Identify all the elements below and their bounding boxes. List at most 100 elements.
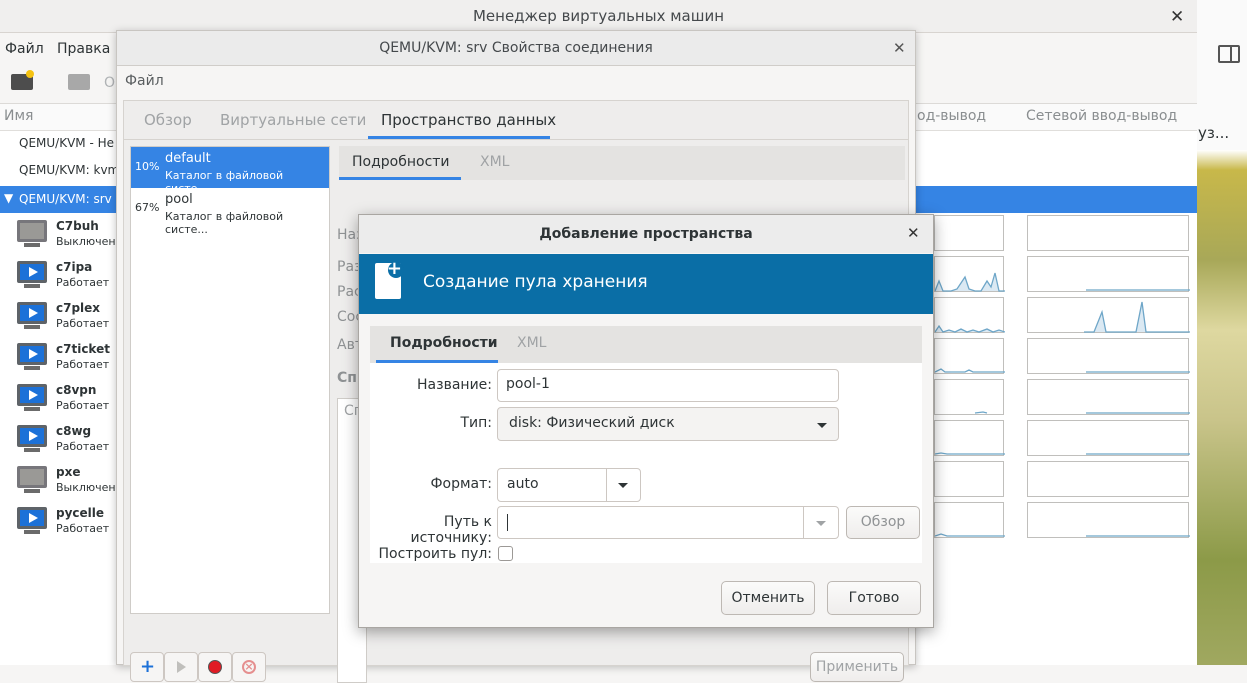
vm-name: c7ticket bbox=[56, 342, 110, 356]
dialog-form: Название: pool-1 Тип: disk: Физический д… bbox=[370, 363, 922, 563]
connection-label: QEMU/KVM: srv bbox=[19, 192, 112, 206]
vm-name: C7buh bbox=[56, 219, 99, 233]
vm-off-icon bbox=[17, 466, 47, 488]
tab-storage[interactable]: Пространство данных bbox=[381, 111, 556, 129]
disk-io-graph bbox=[934, 420, 1005, 456]
toolbar-open-label[interactable]: О bbox=[104, 75, 115, 91]
column-disk-io[interactable]: од-вывод bbox=[917, 108, 986, 124]
apply-button[interactable]: Применить bbox=[810, 652, 904, 682]
disk-io-graph bbox=[934, 502, 1005, 538]
vm-name: c7plex bbox=[56, 301, 101, 315]
text-cursor bbox=[507, 514, 508, 531]
format-value: auto bbox=[507, 476, 539, 492]
chevron-down-icon[interactable] bbox=[816, 521, 826, 526]
vm-row[interactable]: c8vpn Работает bbox=[0, 380, 120, 421]
pool-usage: 10% bbox=[135, 160, 160, 173]
format-combo[interactable]: auto bbox=[497, 468, 641, 502]
net-io-graph bbox=[1027, 379, 1190, 415]
vm-running-icon bbox=[17, 343, 47, 365]
pool-type-select[interactable]: disk: Физический диск bbox=[497, 407, 839, 441]
format-label: Формат: bbox=[430, 476, 492, 492]
pool-type-value: disk: Физический диск bbox=[509, 415, 675, 431]
delete-icon: × bbox=[242, 660, 256, 674]
tab-details[interactable]: Подробности bbox=[390, 335, 498, 351]
vm-status: Работает bbox=[56, 522, 110, 535]
menu-file[interactable]: Файл bbox=[5, 41, 44, 57]
conn-menu-file[interactable]: Файл bbox=[125, 73, 164, 89]
vm-running-icon bbox=[17, 507, 47, 529]
close-icon[interactable]: ✕ bbox=[1170, 7, 1184, 27]
cancel-button[interactable]: Отменить bbox=[721, 581, 815, 615]
vm-running-icon bbox=[17, 302, 47, 324]
source-path-combo[interactable] bbox=[497, 506, 839, 539]
net-io-graph bbox=[1027, 502, 1190, 538]
chevron-down-icon[interactable] bbox=[618, 483, 628, 488]
menu-edit[interactable]: Правка bbox=[57, 41, 110, 57]
disk-io-graph bbox=[934, 461, 1004, 497]
start-pool-button[interactable] bbox=[164, 652, 198, 682]
active-tab-indicator bbox=[339, 177, 461, 180]
vm-name: c7ipa bbox=[56, 260, 93, 274]
plus-icon: + bbox=[140, 656, 156, 677]
tab-xml[interactable]: XML bbox=[517, 335, 546, 351]
stop-pool-button[interactable] bbox=[198, 652, 232, 682]
vm-row[interactable]: c7ipa Работает bbox=[0, 257, 120, 298]
pool-name-input[interactable]: pool-1 bbox=[497, 369, 839, 402]
vm-running-icon bbox=[17, 425, 47, 447]
vm-row[interactable]: C7buh Выключена bbox=[0, 216, 122, 257]
finish-button[interactable]: Готово bbox=[827, 581, 921, 615]
pool-item-pool[interactable]: 67% pool Каталог в файловой систе... bbox=[131, 188, 329, 236]
close-icon[interactable]: ✕ bbox=[907, 224, 920, 242]
disk-io-graph bbox=[934, 256, 1005, 292]
side-text: уз... bbox=[1198, 124, 1230, 142]
vm-status: Работает bbox=[56, 440, 110, 453]
build-pool-checkbox[interactable] bbox=[498, 546, 513, 561]
type-label: Тип: bbox=[460, 415, 492, 431]
tab-overview[interactable]: Обзор bbox=[144, 111, 192, 129]
pool-name: default bbox=[165, 151, 211, 166]
add-pool-button[interactable]: + bbox=[130, 652, 164, 682]
net-io-graph bbox=[1027, 338, 1190, 374]
tab-xml[interactable]: XML bbox=[480, 154, 509, 170]
browse-button[interactable]: Обзор bbox=[846, 506, 920, 539]
vm-name: pxe bbox=[56, 465, 81, 479]
vm-row[interactable]: pxe Выключена bbox=[0, 462, 123, 503]
vm-row[interactable]: pycelle Работает bbox=[0, 503, 120, 544]
add-storage-pool-dialog: Добавление пространства ✕ Создание пула … bbox=[358, 214, 934, 628]
pool-desc: Каталог в файловой систе... bbox=[165, 210, 284, 236]
tab-details[interactable]: Подробности bbox=[352, 154, 450, 170]
close-icon[interactable]: ✕ bbox=[893, 39, 906, 57]
dialog-tabs: Подробности XML bbox=[370, 326, 922, 364]
dialog-title: Добавление пространства bbox=[359, 215, 933, 253]
pool-item-default[interactable]: 10% default Каталог в файловой систе... bbox=[131, 147, 329, 195]
vm-status: Работает bbox=[56, 399, 110, 412]
storage-pool-list: 10% default Каталог в файловой систе... … bbox=[130, 146, 330, 614]
conn-window-title: QEMU/KVM: srv Свойства соединения bbox=[117, 31, 915, 66]
sidebar-toggle-icon[interactable] bbox=[1218, 45, 1240, 63]
vm-row[interactable]: c8wg Работает bbox=[0, 421, 120, 462]
vm-name: c8vpn bbox=[56, 383, 97, 397]
column-name[interactable]: Имя bbox=[4, 108, 33, 124]
column-net-io[interactable]: Сетевой ввод-вывод bbox=[1026, 108, 1177, 124]
vm-running-icon bbox=[17, 384, 47, 406]
main-window-title: Менеджер виртуальных машин bbox=[0, 0, 1197, 33]
disk-io-graph bbox=[934, 338, 1005, 374]
expander-down-icon[interactable]: ▼ bbox=[4, 191, 13, 205]
vm-off-icon bbox=[17, 220, 47, 242]
play-icon bbox=[177, 661, 186, 673]
vm-status: Выключена bbox=[56, 481, 123, 494]
name-label: Название: bbox=[417, 377, 492, 393]
disk-io-graph bbox=[934, 379, 1004, 415]
vm-name: pycelle bbox=[56, 506, 105, 520]
vm-row[interactable]: c7ticket Работает bbox=[0, 339, 120, 380]
open-vm-icon[interactable] bbox=[68, 74, 90, 90]
vm-row[interactable]: c7plex Работает bbox=[0, 298, 120, 339]
banner-title: Создание пула хранения bbox=[423, 272, 648, 292]
stop-icon bbox=[208, 660, 222, 674]
tab-virtual-networks[interactable]: Виртуальные сети bbox=[220, 111, 366, 129]
new-document-icon bbox=[375, 258, 404, 299]
new-star-icon bbox=[26, 70, 34, 78]
chevron-down-icon bbox=[817, 423, 827, 428]
source-path-label: Путь к источнику: bbox=[410, 514, 493, 546]
delete-pool-button[interactable]: × bbox=[232, 652, 266, 682]
